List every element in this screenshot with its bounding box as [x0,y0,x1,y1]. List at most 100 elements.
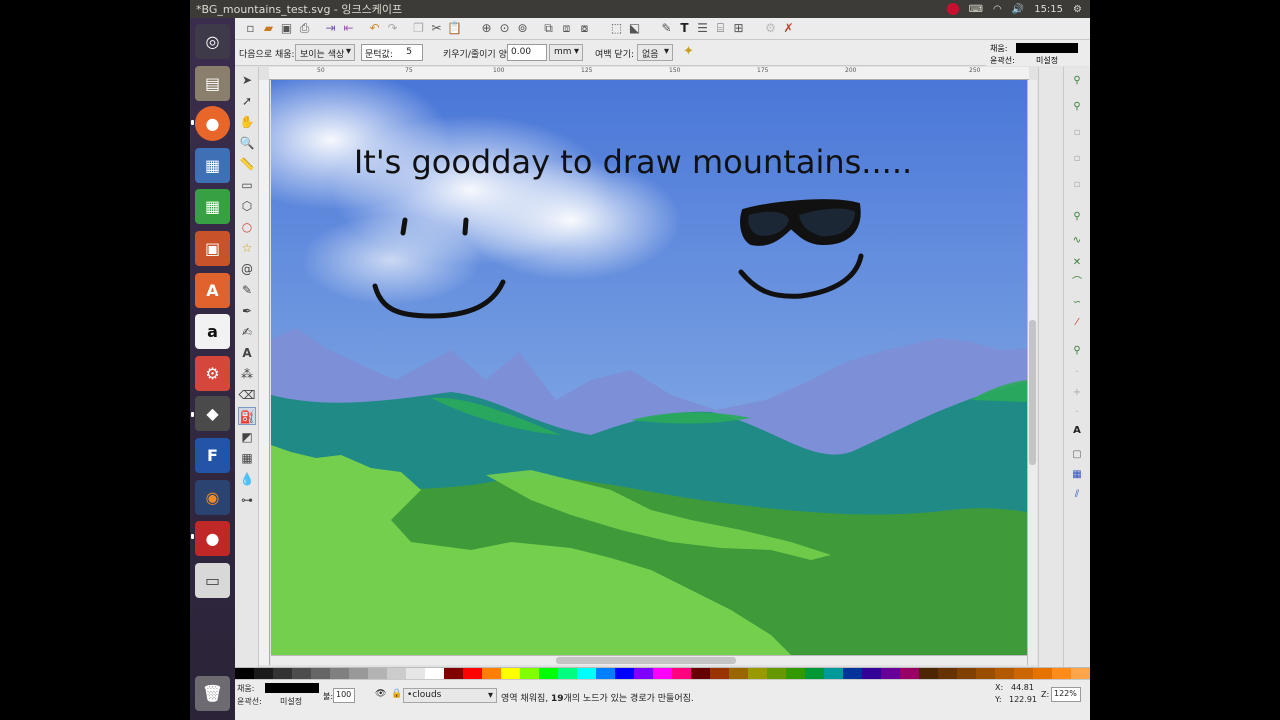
snap-enable-icon[interactable]: ⚲ [1069,73,1085,89]
palette-swatch[interactable] [919,668,938,679]
print-icon[interactable]: ⎙ [297,21,312,36]
palette-swatch[interactable] [710,668,729,679]
files-icon[interactable]: ▤ [195,66,230,101]
snap-others-icon[interactable]: ⚲ [1069,343,1085,359]
palette-swatch[interactable] [672,668,691,679]
box-3d-tool-icon[interactable]: ⬡ [238,197,256,215]
undo-icon[interactable]: ↶ [367,21,382,36]
ellipse-tool-icon[interactable]: ○ [238,218,256,236]
palette-swatch[interactable] [558,668,577,679]
reset-icon[interactable]: ✦ [683,44,694,59]
palette-swatch[interactable] [691,668,710,679]
clock[interactable]: 15:15 [1034,4,1063,15]
fontforge-icon[interactable]: F [195,438,230,473]
zoom-tool-icon[interactable]: 🔍 [238,134,256,152]
open-file-icon[interactable]: ▰ [261,21,276,36]
threshold-field[interactable]: 문턱값: 5 [361,44,423,61]
layers-icon[interactable]: ☰ [695,21,710,36]
headline-text[interactable]: It's goodday to draw mountains..... [354,143,912,181]
snap-bbox-icon[interactable]: ⚲ [1069,99,1085,115]
import-icon[interactable]: ⇥ [323,21,338,36]
palette-swatch[interactable] [577,668,596,679]
palette-swatch[interactable] [444,668,463,679]
palette-swatch[interactable] [729,668,748,679]
unlink-clone-icon[interactable]: ⧇ [577,21,592,36]
save-icon[interactable]: ▣ [279,21,294,36]
fill-stroke-icon[interactable]: ✎ [659,21,674,36]
tweak-tool-icon[interactable]: ✋ [238,113,256,131]
amazon-icon[interactable]: a [195,314,230,349]
blender-icon[interactable]: ◉ [195,480,230,515]
palette-swatch[interactable] [995,668,1014,679]
snap-page-border-icon[interactable]: ▢ [1069,447,1085,463]
palette-swatch[interactable] [596,668,615,679]
group-icon[interactable]: ⬚ [609,21,624,36]
wifi-icon[interactable]: ◠ [993,4,1002,15]
palette-swatch[interactable] [843,668,862,679]
palette-swatch[interactable] [406,668,425,679]
palette-swatch[interactable] [330,668,349,679]
rectangle-tool-icon[interactable]: ▭ [238,176,256,194]
vertical-scrollbar[interactable] [1027,80,1037,665]
snap-center-icon[interactable]: · [1069,365,1085,381]
horizontal-scroll-thumb[interactable] [556,657,736,664]
palette-swatch[interactable] [938,668,957,679]
opacity-field[interactable]: 100 [333,688,355,703]
node-tool-icon[interactable]: ➚ [238,92,256,110]
palette-swatch[interactable] [862,668,881,679]
palette-swatch[interactable] [425,668,444,679]
color-palette[interactable] [235,667,1090,679]
smiley-eye-left[interactable] [400,217,408,236]
zoom-selection-icon[interactable]: ⊕ [479,21,494,36]
palette-swatch[interactable] [881,668,900,679]
gradient-tool-icon[interactable]: ◩ [238,428,256,446]
calc-icon[interactable]: ▦ [195,189,230,224]
snap-intersections-icon[interactable]: ✕ [1069,255,1085,271]
palette-swatch[interactable] [767,668,786,679]
text-font-icon[interactable]: T [677,21,692,36]
fill-swatch[interactable] [1016,43,1078,53]
layer-lock-icon[interactable]: 🔒 [391,689,402,699]
snap-cusp-icon[interactable]: ⌒ [1069,275,1085,291]
update-indicator-icon[interactable] [946,3,959,15]
palette-swatch[interactable] [235,668,254,679]
palette-swatch[interactable] [539,668,558,679]
zoom-field[interactable]: 122% [1051,687,1081,702]
clone-icon[interactable]: ⧈ [559,21,574,36]
connector-tool-icon[interactable]: ⊶ [238,491,256,509]
palette-swatch[interactable] [957,668,976,679]
snap-paths-icon[interactable]: ∿ [1069,233,1085,249]
snap-midpoints-icon[interactable]: ⁄ [1069,315,1085,331]
ungroup-icon[interactable]: ⬕ [627,21,642,36]
spray-tool-icon[interactable]: ⁂ [238,365,256,383]
new-document-icon[interactable]: ▫ [243,21,258,36]
snap-bbox-edge-icon[interactable]: ▫ [1069,125,1085,141]
align-icon[interactable]: ⊞ [731,21,746,36]
redo-icon[interactable]: ↷ [385,21,400,36]
paste-icon[interactable]: 📋 [447,21,462,36]
selector-tool-icon[interactable]: ➤ [238,71,256,89]
dropper-tool-icon[interactable]: 💧 [238,470,256,488]
zoom-page-icon[interactable]: ⊚ [515,21,530,36]
fill-by-select[interactable]: 보이는 색상 [295,44,355,61]
mesh-tool-icon[interactable]: ▦ [238,449,256,467]
cut-icon[interactable]: ✂ [429,21,444,36]
pen-tool-icon[interactable]: ✒ [238,302,256,320]
pencil-tool-icon[interactable]: ✎ [238,281,256,299]
power-gear-icon[interactable]: ⚙ [1073,4,1082,15]
horizontal-ruler[interactable]: 50 75 100 125 150 175 200 250 [269,67,1029,80]
trash-icon[interactable]: 🗑 [195,676,230,711]
status-stroke-value[interactable]: 미설정 [280,696,302,707]
stroke-indicator-value[interactable]: 미설정 [1036,55,1058,66]
palette-swatch[interactable] [824,668,843,679]
export-icon[interactable]: ⇤ [341,21,356,36]
palette-swatch[interactable] [1033,668,1052,679]
firefox-icon[interactable]: ● [195,106,230,141]
unit-select[interactable]: mm [549,44,583,61]
close-gaps-select[interactable]: 없음 [637,44,673,61]
measure-tool-icon[interactable]: 📏 [238,155,256,173]
snap-bbox-midpoint-icon[interactable]: ▫ [1069,177,1085,193]
snap-nodes-icon[interactable]: ⚲ [1069,209,1085,225]
palette-swatch[interactable] [520,668,539,679]
palette-swatch[interactable] [1071,668,1090,679]
